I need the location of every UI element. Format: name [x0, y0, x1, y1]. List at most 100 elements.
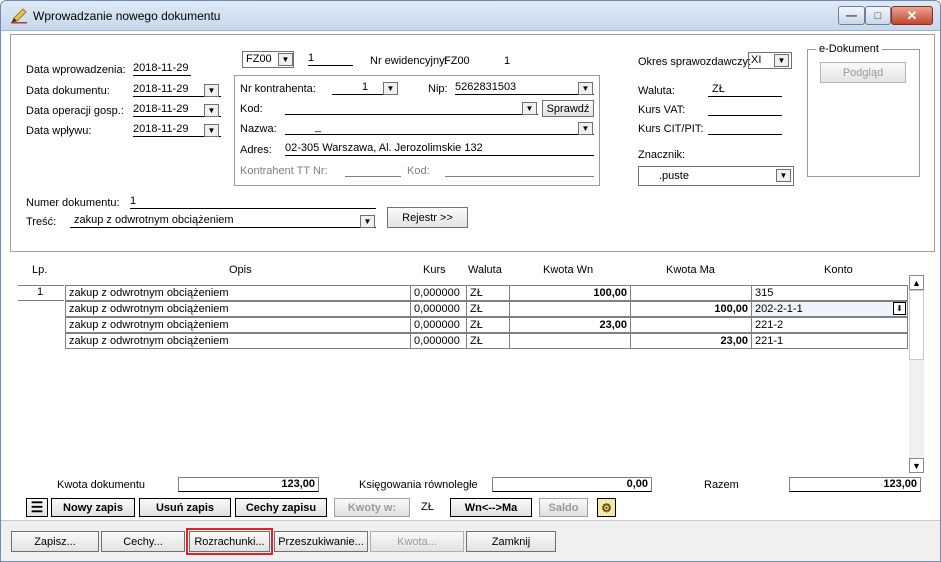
- minimize-button[interactable]: —: [838, 6, 865, 25]
- cell-opis[interactable]: zakup z odwrotnym obciążeniem: [65, 285, 410, 301]
- data-wprowadzenia-field: 2018-11-29: [133, 62, 191, 76]
- nip-field[interactable]: 5262831503: [455, 81, 594, 95]
- cell-ma[interactable]: [630, 285, 751, 301]
- wn-ma-swap-button[interactable]: Wn<-->Ma: [450, 498, 532, 517]
- triangle-down-icon: ▼: [912, 460, 921, 471]
- grid-scrollbar[interactable]: ▲ ▼: [909, 275, 924, 473]
- cell-wn[interactable]: [509, 301, 630, 317]
- table-row[interactable]: zakup z odwrotnym obciążeniem 0,000000 Z…: [65, 301, 908, 317]
- adres-field[interactable]: 02-305 Warszawa, Al. Jerozolimskie 132: [285, 142, 594, 156]
- nowy-zapis-button[interactable]: Nowy zapis: [51, 498, 135, 517]
- rejestr-button[interactable]: Rejestr >>: [387, 207, 468, 228]
- tt-nr-field[interactable]: [345, 163, 401, 177]
- data-wprowadzenia-label: Data wprowadzenia:: [26, 64, 126, 76]
- znacznik-dropdown[interactable]: ▼: [776, 169, 791, 182]
- nip-dropdown[interactable]: ▼: [578, 82, 593, 95]
- cell-kurs[interactable]: 0,000000: [410, 285, 466, 301]
- cell-opis[interactable]: zakup z odwrotnym obciążeniem: [65, 317, 410, 333]
- data-operacji-label: Data operacji gosp.:: [26, 105, 124, 117]
- kod-label: Kod:: [240, 103, 263, 115]
- maximize-button[interactable]: □: [865, 6, 891, 25]
- minimize-icon: —: [846, 9, 857, 22]
- cell-konto[interactable]: 315: [751, 285, 908, 301]
- lines-icon: ☰: [30, 499, 44, 515]
- okres-dropdown[interactable]: ▼: [774, 54, 789, 67]
- cechy-button[interactable]: Cechy...: [101, 531, 185, 552]
- cell-wn[interactable]: 100,00: [509, 285, 630, 301]
- konto-lookup-button[interactable]: ⬇: [893, 302, 906, 315]
- cell-konto[interactable]: 202-2-1-1: [751, 301, 908, 317]
- nazwa-dropdown[interactable]: ▼: [578, 122, 593, 135]
- table-row[interactable]: zakup z odwrotnym obciążeniem 0,000000 Z…: [65, 317, 908, 333]
- pencil-icon: [10, 8, 28, 24]
- scroll-up-button[interactable]: ▲: [909, 275, 924, 290]
- cell-opis[interactable]: zakup z odwrotnym obciążeniem: [65, 333, 410, 349]
- kurs-vat-field[interactable]: [708, 102, 782, 116]
- scroll-thumb[interactable]: [909, 290, 924, 360]
- tresc-field[interactable]: zakup z odwrotnym obciążeniem: [70, 214, 376, 228]
- cell-wn[interactable]: [509, 333, 630, 349]
- chevron-down-icon: ▼: [525, 104, 534, 113]
- cell-kurs[interactable]: 0,000000: [410, 317, 466, 333]
- cell-ma[interactable]: [630, 317, 751, 333]
- cell-ma[interactable]: 100,00: [630, 301, 751, 317]
- podglad-button[interactable]: Podgląd: [820, 62, 906, 83]
- nr-kontrahenta-dropdown[interactable]: ▼: [383, 82, 398, 95]
- cell-waluta[interactable]: ZŁ: [466, 301, 509, 317]
- cell-konto[interactable]: 221-1: [751, 333, 908, 349]
- table-row[interactable]: zakup z odwrotnym obciążeniem 0,000000 Z…: [65, 333, 908, 349]
- usun-zapis-button[interactable]: Usuń zapis: [139, 498, 231, 517]
- cell-kurs[interactable]: 0,000000: [410, 333, 466, 349]
- adres-label: Adres:: [240, 144, 272, 156]
- cell-konto[interactable]: 221-2: [751, 317, 908, 333]
- chevron-down-icon: ▼: [363, 217, 372, 226]
- doc-number-field[interactable]: 1: [308, 52, 353, 66]
- waluta-field[interactable]: ZŁ: [708, 83, 782, 97]
- nip-label: Nip:: [428, 83, 448, 95]
- doc-type-dropdown[interactable]: ▼: [278, 53, 293, 66]
- kurs-cit-field[interactable]: [708, 121, 782, 135]
- data-wplywu-dropdown[interactable]: ▼: [204, 124, 219, 137]
- cell-wn[interactable]: 23,00: [509, 317, 630, 333]
- numer-dokumentu-field[interactable]: 1: [130, 195, 376, 209]
- tt-kod-field[interactable]: [445, 163, 594, 177]
- title-bar[interactable]: Wprowadzanie nowego dokumentu — □ ✕: [1, 1, 940, 31]
- sprawdz-button[interactable]: Sprawdź: [542, 100, 594, 117]
- cechy-zapisu-button[interactable]: Cechy zapisu: [235, 498, 327, 517]
- kod-field[interactable]: [285, 101, 538, 115]
- cell-kurs[interactable]: 0,000000: [410, 301, 466, 317]
- zamknij-button[interactable]: Zamknij: [466, 531, 556, 552]
- data-dokumentu-dropdown[interactable]: ▼: [204, 84, 219, 97]
- settings-button[interactable]: ⚙: [597, 498, 616, 517]
- data-wplywu-label: Data wpływu:: [26, 125, 92, 137]
- cell-opis[interactable]: zakup z odwrotnym obciążeniem: [65, 301, 410, 317]
- scroll-down-button[interactable]: ▼: [909, 458, 924, 473]
- cell-ma[interactable]: 23,00: [630, 333, 751, 349]
- kwoty-w-button[interactable]: Kwoty w:: [334, 498, 410, 517]
- znacznik-label: Znacznik:: [638, 149, 686, 161]
- table-row[interactable]: zakup z odwrotnym obciążeniem 0,000000 Z…: [65, 285, 908, 301]
- bottom-button-bar: Zapisz... Cechy... Rozrachunki... Przesz…: [1, 520, 940, 561]
- col-header-konto: Konto: [824, 264, 853, 276]
- saldo-button[interactable]: Saldo: [539, 498, 588, 517]
- rozrachunki-button[interactable]: Rozrachunki...: [186, 528, 273, 555]
- przeszukiwanie-button[interactable]: Przeszukiwanie...: [274, 531, 368, 552]
- znacznik-select[interactable]: .puste: [638, 166, 794, 186]
- nr-ewidencyjny-label: Nr ewidencyjny:: [370, 55, 448, 67]
- nazwa-field[interactable]: _: [285, 121, 594, 135]
- tresc-dropdown[interactable]: ▼: [360, 215, 375, 228]
- col-header-opis: Opis: [229, 264, 252, 276]
- cell-waluta[interactable]: ZŁ: [466, 317, 509, 333]
- waluta-label: Waluta:: [638, 85, 675, 97]
- close-button[interactable]: ✕: [891, 6, 933, 25]
- kod-dropdown[interactable]: ▼: [522, 102, 537, 115]
- data-operacji-dropdown[interactable]: ▼: [204, 104, 219, 117]
- kwota-button[interactable]: Kwota...: [370, 531, 464, 552]
- menu-lines-button[interactable]: ☰: [26, 498, 48, 517]
- razem-value: 123,00: [789, 477, 921, 492]
- nr-kontrahenta-label: Nr kontrahenta:: [240, 83, 316, 95]
- cell-waluta[interactable]: ZŁ: [466, 333, 509, 349]
- zapisz-button[interactable]: Zapisz...: [11, 531, 99, 552]
- cell-waluta[interactable]: ZŁ: [466, 285, 509, 301]
- kurs-cit-label: Kurs CIT/PIT:: [638, 123, 704, 135]
